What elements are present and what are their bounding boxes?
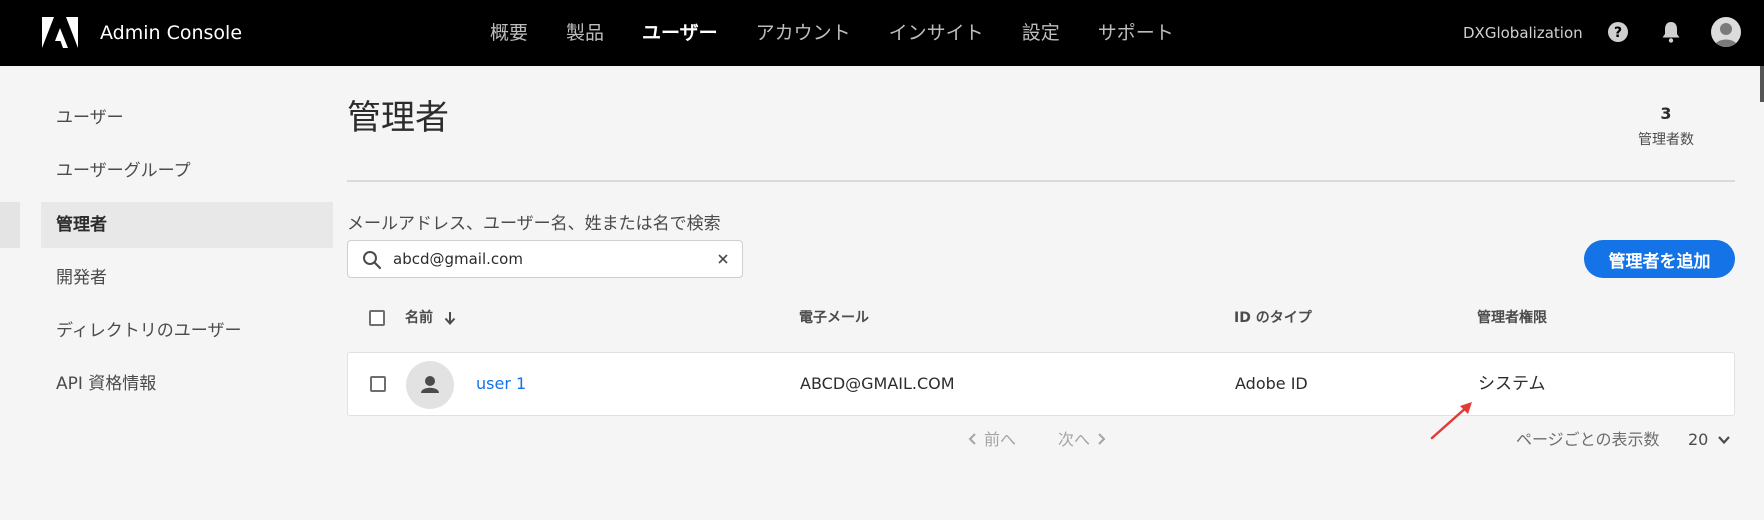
nav-overview[interactable]: 概要 — [490, 18, 528, 48]
sidebar-item-users[interactable]: ユーザー — [41, 95, 333, 141]
column-header-id-type: ID のタイプ — [1234, 310, 1312, 326]
sidebar-item-api-credentials[interactable]: API 資格情報 — [41, 361, 333, 407]
main-nav: 概要 製品 ユーザー アカウント インサイト 設定 サポート — [490, 18, 1212, 48]
sidebar-item-user-groups[interactable]: ユーザーグループ — [41, 148, 333, 194]
adobe-logo-icon[interactable] — [42, 17, 78, 48]
sidebar-item-admins[interactable]: 管理者 — [41, 202, 333, 248]
user-email: ABCD@GMAIL.COM — [800, 374, 955, 393]
org-switcher[interactable]: DXGlobalization — [1463, 22, 1583, 44]
search-input[interactable] — [393, 241, 703, 277]
admin-count-label: 管理者数 — [1638, 132, 1694, 148]
column-header-email: 電子メール — [799, 310, 869, 326]
prev-page-button[interactable]: 前へ — [968, 429, 1016, 451]
per-page-label: ページごとの表示数 — [1516, 430, 1660, 449]
chevron-right-icon — [1098, 433, 1106, 445]
chevron-down-icon[interactable] — [1717, 434, 1731, 446]
select-all-checkbox[interactable] — [369, 310, 385, 326]
nav-insights[interactable]: インサイト — [889, 18, 984, 48]
app-title[interactable]: Admin Console — [100, 20, 242, 46]
nav-settings[interactable]: 設定 — [1022, 18, 1060, 48]
user-name-link[interactable]: user 1 — [476, 373, 526, 395]
next-page-button[interactable]: 次へ — [1058, 429, 1106, 451]
user-icon — [421, 376, 439, 393]
column-header-name[interactable]: 名前 — [405, 308, 456, 328]
search-label: メールアドレス、ユーザー名、姓または名で検索 — [347, 214, 721, 234]
add-admin-button[interactable]: 管理者を追加 — [1584, 240, 1735, 278]
user-avatar — [406, 361, 454, 409]
bell-icon[interactable] — [1659, 20, 1683, 44]
nav-users[interactable]: ユーザー — [642, 18, 718, 48]
nav-account[interactable]: アカウント — [756, 18, 851, 48]
divider — [347, 180, 1735, 182]
search-box[interactable] — [347, 240, 743, 278]
avatar-icon — [1714, 23, 1738, 47]
user-admin-role: システム — [1478, 374, 1546, 394]
page-title: 管理者 — [347, 98, 449, 138]
user-id-type: Adobe ID — [1235, 374, 1308, 393]
top-bar: Admin Console 概要 製品 ユーザー アカウント インサイト 設定 … — [0, 0, 1764, 66]
help-icon[interactable]: ? — [1606, 20, 1630, 44]
nav-support[interactable]: サポート — [1098, 18, 1174, 48]
per-page-select[interactable]: 20 — [1688, 429, 1708, 451]
admin-count-value: 3 — [1660, 104, 1672, 123]
clear-icon[interactable] — [716, 252, 730, 266]
avatar[interactable] — [1711, 17, 1741, 47]
chevron-left-icon — [968, 433, 976, 445]
next-page-label: 次へ — [1058, 430, 1091, 449]
sort-descending-icon[interactable] — [444, 311, 456, 325]
sidebar-selection-marker — [0, 202, 20, 248]
sidebar-item-directory-users[interactable]: ディレクトリのユーザー — [41, 308, 333, 354]
prev-page-label: 前へ — [984, 430, 1017, 449]
column-header-role: 管理者権限 — [1477, 310, 1547, 326]
window-edge — [1760, 66, 1764, 102]
row-checkbox[interactable] — [370, 376, 386, 392]
column-header-name-label: 名前 — [405, 310, 433, 326]
nav-products[interactable]: 製品 — [566, 18, 604, 48]
sidebar-item-developers[interactable]: 開発者 — [41, 255, 333, 301]
table-row[interactable]: user 1 ABCD@GMAIL.COM Adobe ID システム — [347, 352, 1735, 416]
annotation-arrow-icon — [1430, 402, 1472, 440]
svg-text:?: ? — [1614, 25, 1622, 41]
search-icon — [363, 251, 382, 270]
